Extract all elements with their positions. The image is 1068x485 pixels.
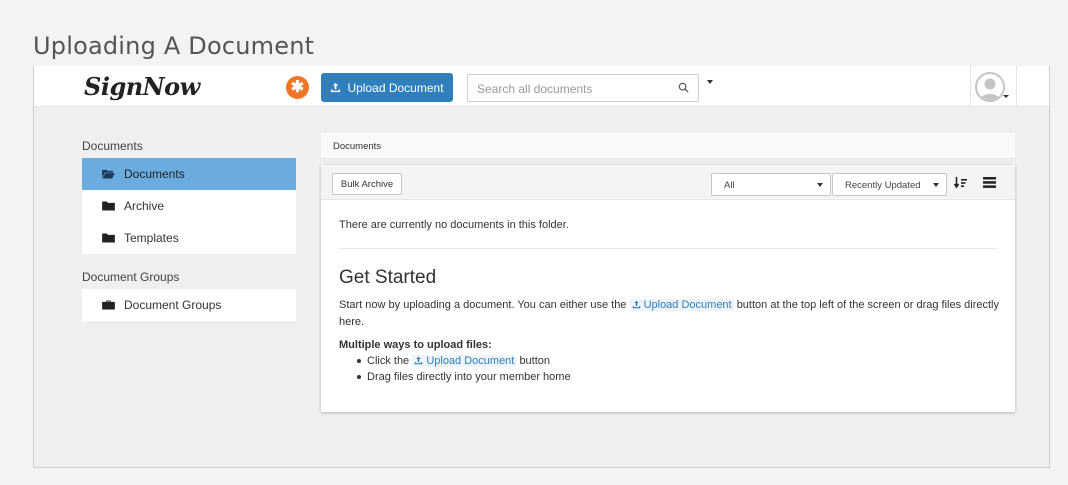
- documents-panel: Bulk Archive All Recently Updated There …: [321, 165, 1015, 412]
- way1-text-after: button: [519, 355, 551, 367]
- folder-icon: [102, 233, 115, 243]
- sidebar-groups-list: Document Groups: [82, 289, 296, 321]
- sidebar-documents-list: Documents Archive Templates: [82, 158, 296, 254]
- search-input[interactable]: Search all documents: [467, 74, 699, 102]
- intro-text-before: Start now by uploading a document. You c…: [339, 299, 627, 311]
- briefcase-icon: [102, 300, 115, 310]
- filter-select-value: All: [724, 180, 735, 191]
- notification-badge-icon[interactable]: ✱: [286, 76, 309, 99]
- bulk-archive-button[interactable]: Bulk Archive: [332, 173, 402, 195]
- chevron-down-icon: [817, 183, 823, 187]
- upload-icon: [331, 82, 341, 93]
- sidebar-item-archive[interactable]: Archive: [82, 190, 296, 222]
- empty-folder-message: There are currently no documents in this…: [339, 219, 569, 231]
- list-item: Drag files directly into your member hom…: [357, 369, 571, 385]
- sidebar-item-label: Templates: [124, 231, 179, 245]
- navbar-divider: [1016, 66, 1017, 107]
- list-view-icon[interactable]: [983, 177, 996, 188]
- inline-link-label: Upload Document: [426, 355, 515, 367]
- inline-upload-document-link[interactable]: Upload Document: [629, 299, 734, 311]
- sidebar-heading-documents: Documents: [82, 139, 143, 153]
- app-window: SignNow ✱ Upload Document Search all doc…: [33, 66, 1050, 468]
- sidebar-item-label: Document Groups: [124, 298, 222, 312]
- filter-select[interactable]: All: [711, 173, 831, 196]
- sidebar-item-templates[interactable]: Templates: [82, 222, 296, 254]
- inline-upload-document-link[interactable]: Upload Document: [412, 355, 517, 367]
- way2-text: Drag files directly into your member hom…: [367, 371, 571, 383]
- upload-icon: [415, 356, 423, 365]
- signnow-logo[interactable]: SignNow: [84, 72, 200, 101]
- chevron-down-icon: [933, 183, 939, 187]
- search-icon[interactable]: [678, 82, 689, 93]
- sort-select[interactable]: Recently Updated: [832, 173, 947, 196]
- user-menu-chevron-down-icon[interactable]: [1003, 95, 1009, 98]
- search-placeholder: Search all documents: [477, 82, 593, 96]
- upload-icon: [632, 300, 640, 309]
- get-started-title: Get Started: [339, 267, 437, 288]
- inline-link-label: Upload Document: [643, 299, 732, 311]
- search-options-chevron-down-icon[interactable]: [707, 80, 713, 84]
- upload-document-button[interactable]: Upload Document: [321, 73, 453, 102]
- avatar-placeholder-icon: [980, 78, 1000, 100]
- sort-direction-icon[interactable]: [954, 177, 968, 189]
- sidebar-heading-document-groups: Document Groups: [82, 270, 180, 284]
- navbar-divider: [970, 66, 971, 107]
- user-avatar[interactable]: [975, 72, 1005, 102]
- breadcrumb-item-documents[interactable]: Documents: [333, 141, 381, 152]
- folder-icon: [102, 201, 115, 211]
- breadcrumb: Documents: [321, 133, 1015, 159]
- upload-document-label: Upload Document: [347, 80, 444, 95]
- sidebar-item-label: Documents: [124, 167, 185, 181]
- sort-select-value: Recently Updated: [845, 180, 921, 191]
- get-started-intro: Start now by uploading a document. You c…: [339, 297, 1003, 331]
- sidebar-item-label: Archive: [124, 199, 165, 213]
- way1-text-before: Click the: [367, 355, 410, 367]
- upload-ways-title: Multiple ways to upload files:: [339, 339, 492, 351]
- sidebar-item-document-groups[interactable]: Document Groups: [82, 289, 296, 321]
- list-item: Click the Upload Document button: [357, 353, 571, 369]
- sidebar-item-documents[interactable]: Documents: [82, 158, 296, 190]
- documents-toolbar: Bulk Archive All Recently Updated: [321, 165, 1015, 200]
- folder-open-icon: [102, 169, 115, 179]
- divider: [339, 248, 997, 249]
- upload-ways-list: Click the Upload Document button Drag fi…: [357, 353, 571, 385]
- top-navbar: SignNow ✱ Upload Document Search all doc…: [34, 66, 1049, 107]
- page-heading: Uploading A Document: [33, 32, 315, 60]
